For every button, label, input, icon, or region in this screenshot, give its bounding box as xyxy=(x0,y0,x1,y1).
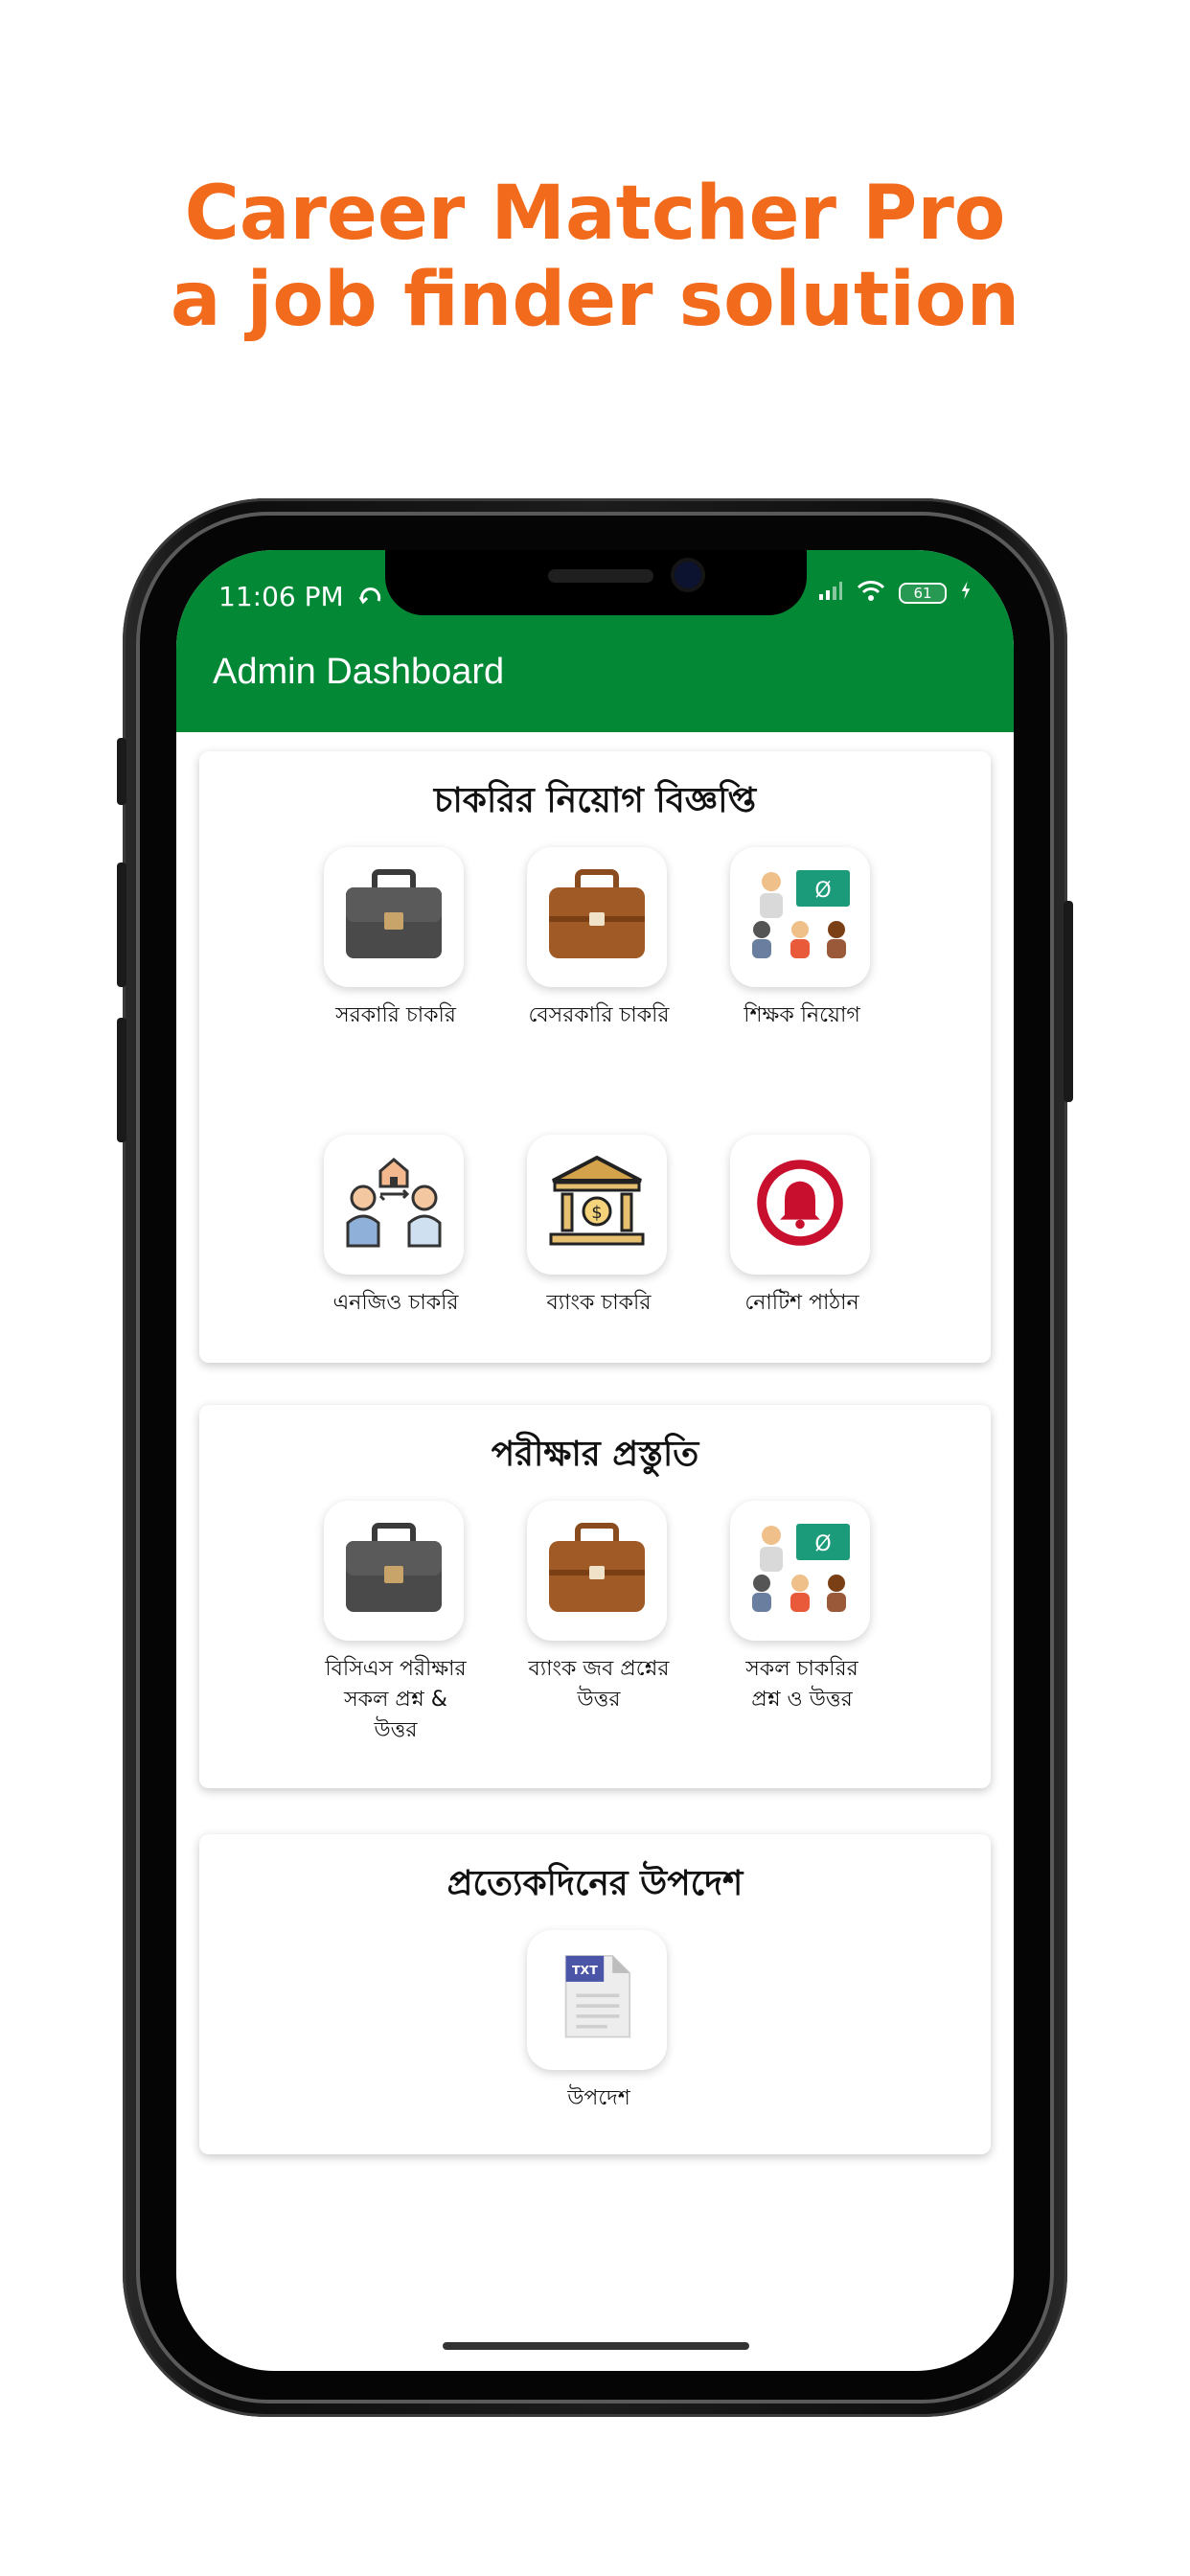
wifi-icon xyxy=(857,579,885,608)
tile-send-notice[interactable]: নোটিশ পাঠান xyxy=(730,1135,874,1319)
sync-icon xyxy=(358,586,383,610)
tile-icon-box[interactable]: Ø xyxy=(730,1501,870,1641)
black-briefcase-icon xyxy=(336,1516,451,1625)
status-icons: 61 xyxy=(818,579,972,608)
tile-icon-box[interactable] xyxy=(324,1501,464,1641)
phone-silent-switch xyxy=(117,738,126,805)
app-bar-title: Admin Dashboard xyxy=(213,652,505,692)
phone-volume-up xyxy=(117,862,126,987)
black-briefcase-icon xyxy=(336,862,451,972)
home-indicator[interactable] xyxy=(443,2342,749,2350)
tile-icon-box[interactable] xyxy=(527,1501,667,1641)
tile-icon-box[interactable] xyxy=(527,847,667,987)
status-time: 11:06 PM xyxy=(218,581,383,612)
svg-text:$: $ xyxy=(591,1203,602,1223)
headline-line-2: a job finder solution xyxy=(170,257,1020,343)
tile-label: ব্যাংক জব প্রশ্নের উত্তর xyxy=(528,1657,670,1712)
tile-icon-box[interactable] xyxy=(730,1135,870,1275)
speaker xyxy=(548,569,653,583)
bell-notification-icon xyxy=(754,1157,846,1253)
tile-teacher-recruitment[interactable]: Ø শিক্ষক নিয়োগ xyxy=(730,847,874,1031)
tile-label: ব্যাংক চাকরি xyxy=(546,1291,652,1315)
phone-volume-down xyxy=(117,1018,126,1142)
classroom-teacher-icon: Ø xyxy=(743,1516,858,1625)
section-daily-advice: প্রত্যেকদিনের উপদেশ TXT উপদেশ xyxy=(199,1834,991,2154)
svg-text:Ø: Ø xyxy=(814,1532,831,1556)
front-camera xyxy=(675,562,701,588)
tile-bcs-questions[interactable]: বিসিএস পরীক্ষার সকল প্রশ্ন & উত্তর xyxy=(324,1501,468,1746)
battery-icon: 61 xyxy=(899,583,947,604)
phone-screen: 11:06 PM 61 Admin Dashboard চাকরির নিয়ো… xyxy=(176,550,1014,2371)
tile-icon-box[interactable] xyxy=(324,1135,464,1275)
signal-icon xyxy=(818,580,843,607)
tile-label: এনজিও চাকরি xyxy=(332,1291,459,1315)
tile-label: সকল চাকরির প্রশ্ন ও উত্তর xyxy=(745,1657,858,1712)
tile-advice[interactable]: TXT উপদেশ xyxy=(527,1930,671,2114)
svg-text:Ø: Ø xyxy=(814,879,831,903)
tile-bank-job-questions[interactable]: ব্যাংক জব প্রশ্নের উত্তর xyxy=(527,1501,671,1715)
tile-label: শিক্ষক নিয়োগ xyxy=(744,1003,860,1027)
tile-icon-box[interactable]: Ø xyxy=(730,847,870,987)
tile-private-jobs[interactable]: বেসরকারি চাকরি xyxy=(527,847,671,1031)
charging-icon xyxy=(960,580,972,607)
tile-govt-jobs[interactable]: সরকারি চাকরি xyxy=(324,847,468,1031)
tile-label: উপদেশ xyxy=(567,2086,630,2110)
tile-label: বেসরকারি চাকরি xyxy=(528,1003,670,1027)
txt-document-icon: TXT xyxy=(554,1950,640,2050)
tile-label: নোটিশ পাঠান xyxy=(744,1291,859,1315)
tile-all-job-questions[interactable]: Ø সকল চাকরির প্রশ্ন ও উত্তর xyxy=(730,1501,874,1715)
brown-briefcase-icon xyxy=(539,862,654,972)
bank-building-icon: $ xyxy=(539,1150,654,1259)
section-exam-preparation: পরীক্ষার প্রস্তুতি বিসিএস পরীক্ষার সকল প… xyxy=(199,1405,991,1788)
svg-text:TXT: TXT xyxy=(572,1963,598,1977)
ngo-people-icon xyxy=(336,1150,451,1259)
brown-briefcase-icon xyxy=(539,1516,654,1625)
section-job-circular: চাকরির নিয়োগ বিজ্ঞপ্তি সরকারি চাকরি বেস… xyxy=(199,751,991,1363)
tile-icon-box[interactable] xyxy=(324,847,464,987)
app-bar: 11:06 PM 61 Admin Dashboard xyxy=(176,550,1014,732)
status-time-text: 11:06 PM xyxy=(218,581,344,612)
tile-label: সরকারি চাকরি xyxy=(335,1003,456,1027)
section-title: প্রত্যেকদিনের উপদেশ xyxy=(446,1863,744,1903)
section-title: চাকরির নিয়োগ বিজ্ঞপ্তি xyxy=(433,780,757,820)
classroom-teacher-icon: Ø xyxy=(743,862,858,972)
tile-label: বিসিএস পরীক্ষার সকল প্রশ্ন & উত্তর xyxy=(325,1657,467,1742)
tile-icon-box[interactable]: TXT xyxy=(527,1930,667,2070)
notch xyxy=(385,550,807,615)
tile-icon-box[interactable]: $ xyxy=(527,1135,667,1275)
phone-power-button xyxy=(1064,901,1073,1102)
tile-bank-jobs[interactable]: $ ব্যাংক চাকরি xyxy=(527,1135,671,1319)
section-title: পরীক্ষার প্রস্তুতি xyxy=(491,1434,699,1474)
tile-ngo-jobs[interactable]: এনজিও চাকরি xyxy=(324,1135,468,1319)
headline-line-1: Career Matcher Pro xyxy=(184,171,1006,257)
